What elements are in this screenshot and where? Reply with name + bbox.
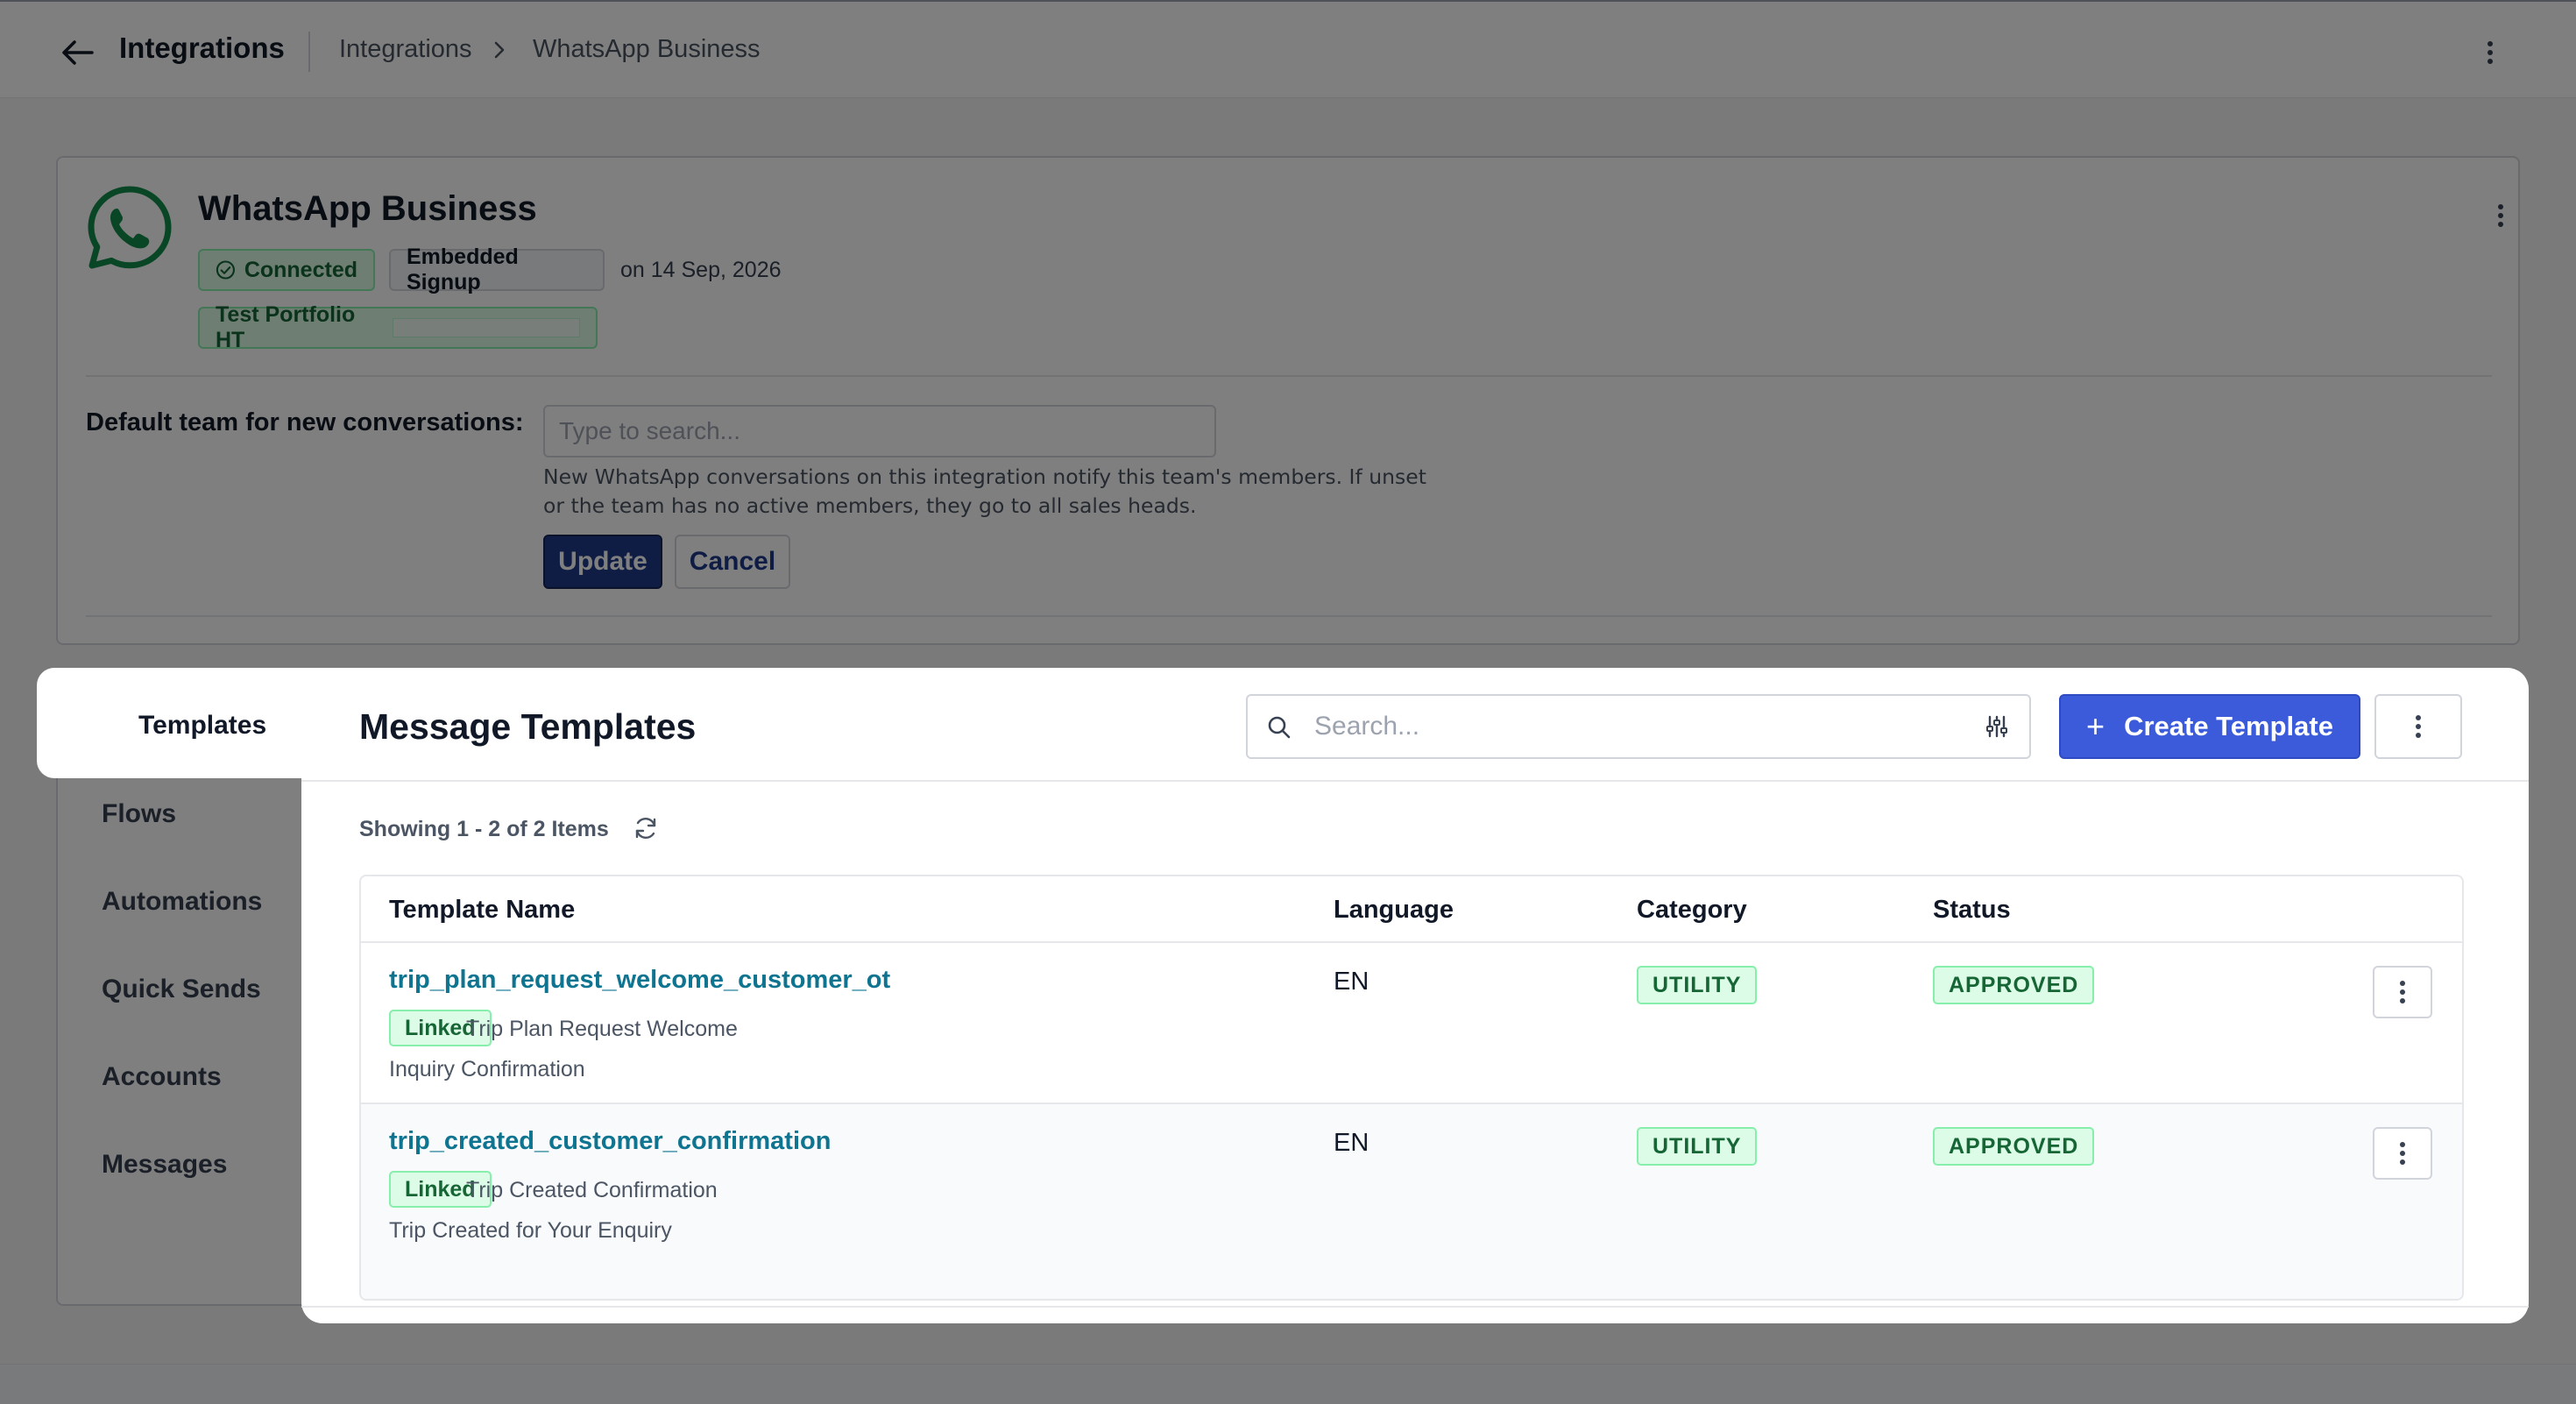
help-text-line: or the team has no active members, they …: [543, 493, 1197, 518]
integration-title: WhatsApp Business: [198, 189, 537, 228]
vertical-dots-icon: [2416, 715, 2421, 738]
template-friendly-name: Trip Plan Request Welcome: [466, 1017, 738, 1041]
template-language: EN: [1334, 1129, 1369, 1157]
integration-card: WhatsApp Business Connected Embedded Sig…: [56, 156, 2520, 645]
section-title: Message Templates: [359, 706, 697, 747]
table-row: trip_created_customer_confirmation Linke…: [361, 1104, 2462, 1299]
nav-item-automations[interactable]: Automations: [102, 887, 262, 917]
redacted-block: [393, 318, 580, 337]
templates-table: Template Name Language Category Status t…: [359, 875, 2464, 1301]
template-search-input[interactable]: [1314, 705, 1928, 748]
pagination-summary: Showing 1 - 2 of 2 Items: [359, 817, 609, 841]
refresh-icon: [635, 817, 656, 840]
template-search-box: [1246, 694, 2031, 759]
column-header-status: Status: [1933, 896, 2011, 924]
vertical-dots-icon: [2498, 204, 2503, 227]
app-title: Integrations: [119, 32, 285, 64]
update-button[interactable]: Update: [543, 535, 662, 589]
signup-type-badge: Embedded Signup: [389, 245, 605, 294]
arrow-left-icon: [62, 40, 94, 65]
team-help-text: New WhatsApp conversations on this integ…: [543, 463, 1525, 521]
template-subtitle: Inquiry Confirmation: [389, 1057, 585, 1081]
vertical-dots-icon: [2400, 981, 2405, 1003]
templates-menu-button[interactable]: [2374, 694, 2462, 759]
search-icon: [1268, 716, 1291, 739]
category-badge: UTILITY: [1637, 966, 1758, 1004]
column-header-category: Category: [1637, 896, 1747, 924]
divider: [86, 615, 2492, 617]
nav-item-flows[interactable]: Flows: [102, 799, 176, 829]
plus-icon: +: [2086, 708, 2105, 744]
nav-item-quick-sends[interactable]: Quick Sends: [102, 975, 261, 1004]
create-template-button[interactable]: + Create Template: [2059, 694, 2360, 759]
divider: [301, 780, 2529, 782]
divider: [308, 32, 310, 72]
create-template-label: Create Template: [2124, 711, 2333, 741]
page-menu-button[interactable]: [2474, 33, 2506, 72]
column-header-language: Language: [1334, 896, 1454, 924]
back-button[interactable]: [58, 33, 96, 72]
divider: [86, 375, 2492, 377]
message-templates-section: Message Templates + Create Template Show…: [301, 668, 2529, 1323]
top-bar: Integrations Integrations WhatsApp Busin…: [0, 0, 2576, 98]
status-badge: APPROVED: [1933, 966, 2095, 1004]
row-menu-button[interactable]: [2373, 966, 2432, 1018]
status-badge-label: Connected: [244, 257, 357, 282]
portfolio-badge: Test Portfolio HT: [198, 302, 598, 352]
nav-item-messages[interactable]: Messages: [102, 1150, 227, 1180]
help-text-line: New WhatsApp conversations on this integ…: [543, 464, 1426, 489]
vertical-dots-icon: [2488, 41, 2493, 64]
nav-item-label: Templates: [138, 711, 267, 740]
column-header-template-name: Template Name: [389, 896, 576, 924]
breadcrumb-current: WhatsApp Business: [533, 35, 761, 63]
filter-sliders-icon[interactable]: [1984, 713, 2010, 740]
refresh-button[interactable]: [629, 812, 662, 845]
integration-menu-button[interactable]: [2485, 196, 2516, 235]
vertical-dots-icon: [2400, 1142, 2405, 1165]
page-footer: [0, 1364, 2576, 1404]
template-friendly-name: Trip Created Confirmation: [466, 1178, 718, 1202]
status-badge: APPROVED: [1933, 1127, 2095, 1166]
divider: [301, 1306, 2529, 1308]
category-badge: UTILITY: [1637, 1127, 1758, 1166]
table-header: Template Name Language Category Status: [361, 876, 2462, 943]
chevron-right-icon: [494, 41, 505, 59]
template-name-link[interactable]: trip_created_customer_confirmation: [389, 1127, 831, 1156]
template-name-link[interactable]: trip_plan_request_welcome_customer_ot: [389, 966, 890, 995]
team-search-input[interactable]: [543, 405, 1216, 457]
default-team-label: Default team for new conversations:: [86, 408, 524, 436]
table-row: trip_plan_request_welcome_customer_ot Li…: [361, 943, 2462, 1104]
connected-date: on 14 Sep, 2026: [620, 258, 782, 282]
cancel-button[interactable]: Cancel: [675, 535, 790, 589]
status-badge: Connected: [198, 249, 375, 291]
template-subtitle: Trip Created for Your Enquiry: [389, 1218, 672, 1243]
row-menu-button[interactable]: [2373, 1127, 2432, 1180]
whatsapp-icon: [88, 186, 172, 269]
check-circle-icon: [216, 260, 235, 280]
portfolio-badge-label: Test Portfolio HT: [216, 302, 356, 352]
breadcrumb-integrations[interactable]: Integrations: [339, 35, 472, 64]
nav-item-accounts[interactable]: Accounts: [102, 1062, 222, 1092]
template-language: EN: [1334, 968, 1369, 996]
spotlight-tab: Templates: [37, 668, 338, 778]
